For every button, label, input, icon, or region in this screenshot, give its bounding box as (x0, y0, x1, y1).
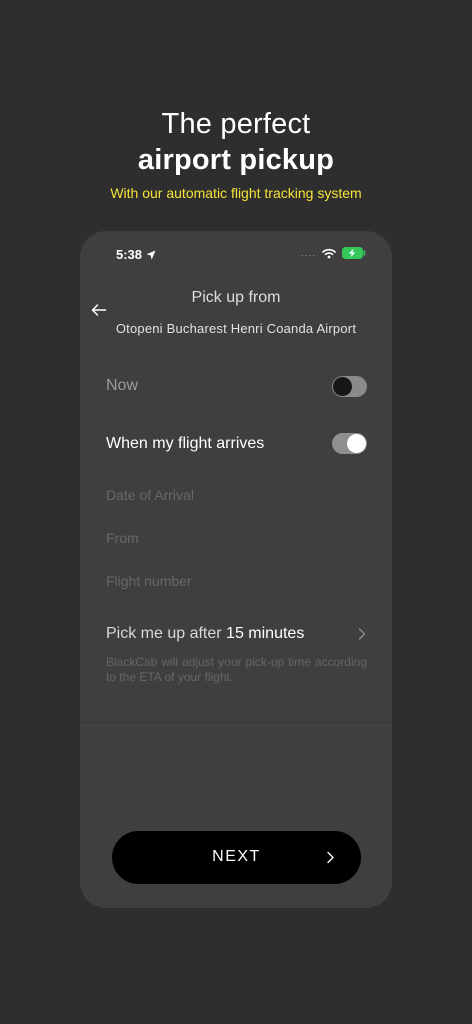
pickup-delay-prefix: Pick me up after (106, 625, 227, 642)
flight-arrival-toggle[interactable] (332, 433, 367, 454)
arrival-date-field[interactable] (106, 484, 366, 506)
page-title: Pick up from (191, 289, 281, 306)
next-button[interactable]: NEXT (112, 831, 361, 884)
hero-subtitle: With our automatic flight tracking syste… (110, 185, 362, 201)
departure-from-field[interactable] (106, 527, 366, 549)
pickup-info-note: BlackCab will adjust your pick-up time a… (106, 655, 367, 684)
status-time-text: 5:38 (116, 247, 143, 262)
location-arrow-icon (146, 250, 156, 259)
now-toggle[interactable] (332, 376, 367, 397)
chevron-right-icon (327, 851, 334, 864)
hero-title-strong: airport pickup (137, 144, 335, 176)
divider (80, 722, 392, 723)
signal-dots-icon: .... (300, 247, 316, 259)
now-label: Now (106, 377, 139, 394)
pickup-delay-selector[interactable]: Pick me up after 15 minutes (106, 623, 367, 645)
hero-title: The perfect (161, 108, 311, 140)
toggle-knob (333, 377, 352, 396)
flight-number-field[interactable] (106, 570, 366, 592)
wifi-icon (322, 248, 336, 258)
toggle-knob (347, 434, 366, 453)
app-screen: The perfect airport pickup With our auto… (0, 0, 472, 1024)
chevron-right-icon (358, 628, 366, 640)
pickup-delay-text: Pick me up after 15 minutes (106, 625, 304, 643)
status-icons: .... (301, 247, 366, 259)
next-button-label: NEXT (212, 848, 261, 865)
flight-arrival-label: When my flight arrives (106, 435, 265, 452)
phone-screen: 5:38 .... Pick up from Otopeni Bucharest… (80, 231, 392, 908)
pickup-location: Otopeni Bucharest Henri Coanda Airport (115, 321, 357, 336)
pickup-delay-value: 15 minutes (226, 625, 305, 642)
status-time: 5:38 (116, 247, 156, 262)
battery-charging-icon (342, 247, 366, 259)
